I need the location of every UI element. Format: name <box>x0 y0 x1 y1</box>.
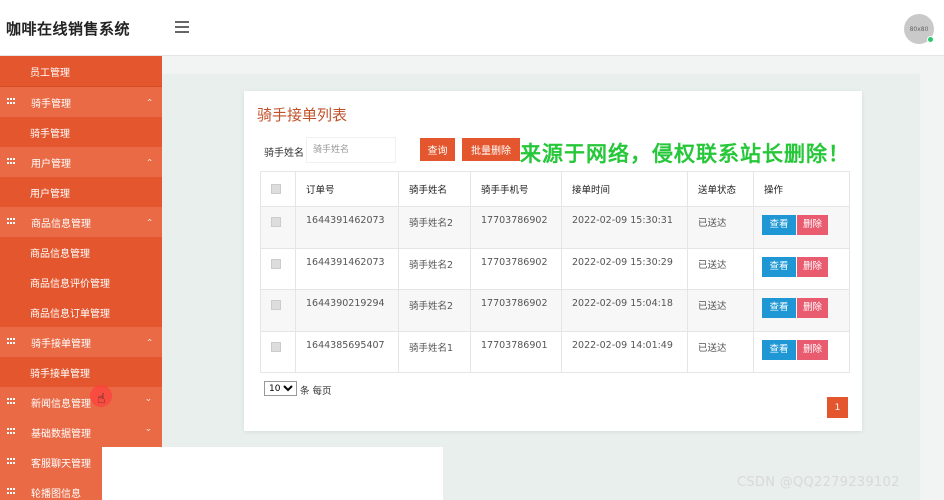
column-header: 骑手姓名 <box>398 171 471 207</box>
delete-button[interactable]: 删除 <box>797 256 828 277</box>
grid-icon <box>7 488 16 496</box>
sidebar-group-goods[interactable]: 商品信息管理 ‹ <box>0 207 162 237</box>
chevron-icon: ‹ <box>143 98 154 102</box>
table-row: 1644390219294 骑手姓名2 17703786902 2022-02-… <box>260 289 850 332</box>
grid-icon <box>7 398 16 406</box>
view-button[interactable]: 查看 <box>762 215 796 235</box>
page-size-select[interactable]: 10 <box>264 381 297 396</box>
csdn-watermark: CSDN @QQ2279239102 <box>737 475 900 490</box>
app-title: 咖啡在线销售系统 <box>6 20 131 38</box>
hand-cursor-icon: ☝ <box>97 391 106 407</box>
view-button[interactable]: 查看 <box>762 256 796 277</box>
rider-name-cell: 骑手姓名1 <box>398 330 471 373</box>
menu-toggle-icon[interactable] <box>175 21 189 33</box>
grid-icon <box>7 98 16 106</box>
sidebar-item-user[interactable]: 用户管理 <box>0 177 162 207</box>
rider-phone-cell: 17703786902 <box>470 289 562 332</box>
table-row: 1644385695407 骑手姓名1 17703786901 2022-02-… <box>260 330 850 373</box>
row-checkbox[interactable] <box>271 217 281 227</box>
delete-button[interactable]: 删除 <box>797 339 828 360</box>
column-header: 接单时间 <box>561 171 688 207</box>
page-number-button[interactable]: 1 <box>827 397 848 418</box>
sidebar: 员工管理 骑手管理 ‹ 骑手管理 用户管理 ‹ 用户管理 商品信息管理 ‹ 商品… <box>0 56 162 500</box>
time-cell: 2022-02-09 15:30:29 <box>561 247 688 290</box>
time-cell: 2022-02-09 15:04:18 <box>561 289 688 332</box>
table-header-row: 订单号 骑手姓名 骑手手机号 接单时间 送单状态 操作 <box>260 171 850 207</box>
view-button[interactable]: 查看 <box>762 339 796 360</box>
rider-phone-cell: 17703786902 <box>470 206 562 249</box>
delete-button[interactable]: 删除 <box>797 215 828 235</box>
grid-icon <box>7 458 16 466</box>
query-button[interactable]: 查询 <box>420 138 455 161</box>
sidebar-item-rider[interactable]: 骑手管理 <box>0 117 162 147</box>
row-checkbox[interactable] <box>271 341 281 352</box>
sidebar-group-user[interactable]: 用户管理 ‹ <box>0 147 162 177</box>
select-all-checkbox[interactable] <box>271 183 281 194</box>
table-row: 1644391462073 骑手姓名2 17703786902 2022-02-… <box>260 206 850 249</box>
watermark-text: 来源于网络，侵权联系站长删除！ <box>520 142 850 166</box>
sidebar-item-goods[interactable]: 商品信息管理 <box>0 237 162 267</box>
sidebar-item-rider-order[interactable]: 骑手接单管理 <box>0 357 162 387</box>
view-button[interactable]: 查看 <box>762 298 796 318</box>
rider-name-cell: 骑手姓名2 <box>398 247 471 290</box>
grid-icon <box>7 428 16 436</box>
rider-name-cell: 骑手姓名2 <box>398 289 471 332</box>
status-cell: 已送达 <box>687 330 754 373</box>
row-checkbox[interactable] <box>271 258 281 269</box>
rider-phone-cell: 17703786901 <box>470 330 562 373</box>
online-status-dot <box>927 36 934 43</box>
column-header: 送单状态 <box>687 171 754 207</box>
sidebar-item-goods-review[interactable]: 商品信息评价管理 <box>0 267 162 297</box>
sidebar-item-goods-order[interactable]: 商品信息订单管理 <box>0 297 162 327</box>
sidebar-group-rider-order[interactable]: 骑手接单管理 ‹ <box>0 327 162 357</box>
chevron-icon: ‹ <box>143 428 154 432</box>
blank-overlay <box>102 447 443 500</box>
column-header: 订单号 <box>295 171 399 207</box>
chevron-icon: ‹ <box>143 338 154 342</box>
chevron-icon: ‹ <box>143 398 154 402</box>
orders-table: 订单号 骑手姓名 骑手手机号 接单时间 送单状态 操作 164439146207… <box>260 171 850 373</box>
order-no-cell: 1644385695407 <box>295 330 399 373</box>
delete-button[interactable]: 删除 <box>797 298 828 318</box>
batch-delete-button[interactable]: 批量删除 <box>462 138 520 161</box>
order-no-cell: 1644390219294 <box>295 289 399 332</box>
rider-name-search-input[interactable] <box>306 137 396 163</box>
grid-icon <box>7 218 16 226</box>
time-cell: 2022-02-09 15:30:31 <box>561 206 688 249</box>
search-label: 骑手姓名 <box>264 148 304 159</box>
chevron-icon: ‹ <box>143 158 154 162</box>
page-size-label: 条 每页 <box>300 386 332 397</box>
grid-icon <box>7 158 16 166</box>
sidebar-group-rider[interactable]: 骑手管理 ‹ <box>0 87 162 117</box>
sidebar-group-news[interactable]: 新闻信息管理 ‹ <box>0 387 162 417</box>
rider-phone-cell: 17703786902 <box>470 247 562 290</box>
status-cell: 已送达 <box>687 289 754 332</box>
rider-name-cell: 骑手姓名2 <box>398 206 471 249</box>
grid-icon <box>7 338 16 346</box>
time-cell: 2022-02-09 14:01:49 <box>561 330 688 373</box>
row-checkbox[interactable] <box>271 300 281 310</box>
order-no-cell: 1644391462073 <box>295 206 399 249</box>
page-title: 骑手接单列表 <box>257 106 348 124</box>
top-bar: 咖啡在线销售系统 80x80 <box>0 0 944 56</box>
sidebar-group-basic-data[interactable]: 基础数据管理 ‹ <box>0 417 162 447</box>
order-no-cell: 1644391462073 <box>295 247 399 290</box>
sidebar-item-employee[interactable]: 员工管理 <box>0 56 162 86</box>
chevron-icon: ‹ <box>143 218 154 222</box>
status-cell: 已送达 <box>687 206 754 249</box>
table-row: 1644391462073 骑手姓名2 17703786902 2022-02-… <box>260 247 850 290</box>
column-header: 操作 <box>753 171 850 207</box>
column-header: 骑手手机号 <box>470 171 562 207</box>
status-cell: 已送达 <box>687 247 754 290</box>
